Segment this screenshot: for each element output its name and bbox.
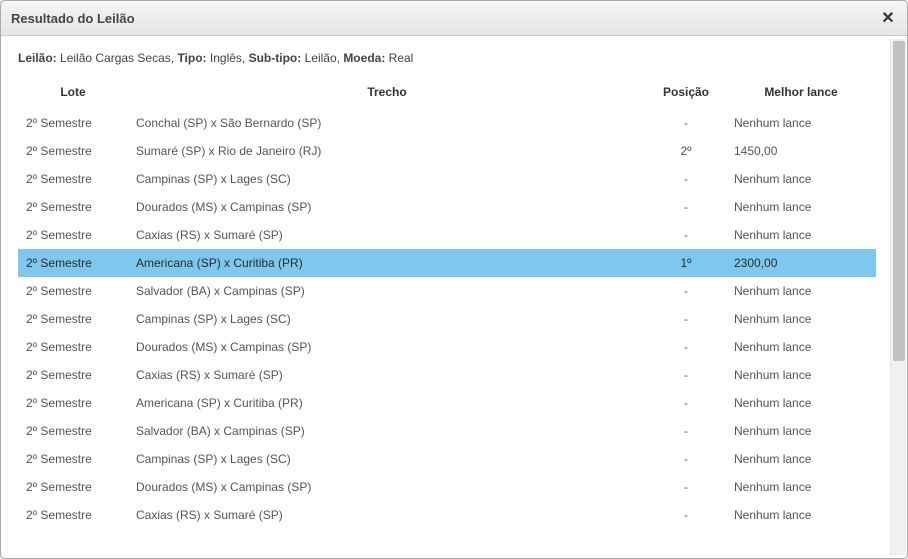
cell-trecho: Dourados (MS) x Campinas (SP) xyxy=(128,333,646,361)
col-lote: Lote xyxy=(18,79,128,109)
cell-melhor-lance: Nenhum lance xyxy=(726,109,876,137)
auction-result-dialog: Resultado do Leilão ✕ Leilão: Leilão Car… xyxy=(0,0,908,559)
table-row[interactable]: 2º SemestreCaxias (RS) x Sumaré (SP)-Nen… xyxy=(18,361,876,389)
value-tipo: Inglês, xyxy=(210,51,245,65)
table-header-row: Lote Trecho Posição Melhor lance xyxy=(18,79,876,109)
auction-info-line: Leilão: Leilão Cargas Secas, Tipo: Inglê… xyxy=(18,51,876,65)
cell-trecho: Sumaré (SP) x Rio de Janeiro (RJ) xyxy=(128,137,646,165)
cell-trecho: Campinas (SP) x Lages (SC) xyxy=(128,165,646,193)
col-trecho: Trecho xyxy=(128,79,646,109)
cell-trecho: Campinas (SP) x Lages (SC) xyxy=(128,305,646,333)
cell-posicao: - xyxy=(646,305,726,333)
cell-posicao: - xyxy=(646,417,726,445)
dialog-title: Resultado do Leilão xyxy=(11,11,135,26)
cell-lote: 2º Semestre xyxy=(18,445,128,473)
cell-melhor-lance: Nenhum lance xyxy=(726,501,876,529)
dialog-content: Leilão: Leilão Cargas Secas, Tipo: Inglê… xyxy=(4,39,890,555)
table-row[interactable]: 2º SemestreCampinas (SP) x Lages (SC)-Ne… xyxy=(18,445,876,473)
cell-melhor-lance: Nenhum lance xyxy=(726,277,876,305)
dialog-titlebar[interactable]: Resultado do Leilão ✕ xyxy=(1,1,907,36)
result-table: Lote Trecho Posição Melhor lance 2º Seme… xyxy=(18,79,876,529)
cell-melhor-lance: Nenhum lance xyxy=(726,445,876,473)
table-row[interactable]: 2º SemestreCampinas (SP) x Lages (SC)-Ne… xyxy=(18,165,876,193)
cell-lote: 2º Semestre xyxy=(18,361,128,389)
cell-trecho: Caxias (RS) x Sumaré (SP) xyxy=(128,221,646,249)
cell-posicao: - xyxy=(646,165,726,193)
cell-posicao: - xyxy=(646,109,726,137)
value-leilao: Leilão Cargas Secas, xyxy=(60,51,174,65)
table-row[interactable]: 2º SemestreAmericana (SP) x Curitiba (PR… xyxy=(18,249,876,277)
cell-melhor-lance: 1450,00 xyxy=(726,137,876,165)
cell-posicao: - xyxy=(646,277,726,305)
cell-lote: 2º Semestre xyxy=(18,137,128,165)
table-row[interactable]: 2º SemestreCaxias (RS) x Sumaré (SP)-Nen… xyxy=(18,501,876,529)
cell-melhor-lance: Nenhum lance xyxy=(726,221,876,249)
cell-trecho: Caxias (RS) x Sumaré (SP) xyxy=(128,361,646,389)
col-posicao: Posição xyxy=(646,79,726,109)
close-icon[interactable]: ✕ xyxy=(879,9,897,27)
cell-trecho: Dourados (MS) x Campinas (SP) xyxy=(128,473,646,501)
cell-lote: 2º Semestre xyxy=(18,277,128,305)
table-row[interactable]: 2º SemestreConchal (SP) x São Bernardo (… xyxy=(18,109,876,137)
cell-trecho: Salvador (BA) x Campinas (SP) xyxy=(128,417,646,445)
label-subtipo: Sub-tipo: xyxy=(249,51,302,65)
cell-posicao: - xyxy=(646,221,726,249)
cell-lote: 2º Semestre xyxy=(18,221,128,249)
cell-trecho: Campinas (SP) x Lages (SC) xyxy=(128,445,646,473)
cell-posicao: - xyxy=(646,389,726,417)
cell-lote: 2º Semestre xyxy=(18,249,128,277)
cell-lote: 2º Semestre xyxy=(18,389,128,417)
cell-trecho: Conchal (SP) x São Bernardo (SP) xyxy=(128,109,646,137)
cell-lote: 2º Semestre xyxy=(18,165,128,193)
cell-melhor-lance: Nenhum lance xyxy=(726,417,876,445)
cell-trecho: Salvador (BA) x Campinas (SP) xyxy=(128,277,646,305)
cell-trecho: Caxias (RS) x Sumaré (SP) xyxy=(128,501,646,529)
cell-posicao: 2º xyxy=(646,137,726,165)
cell-posicao: - xyxy=(646,501,726,529)
table-row[interactable]: 2º SemestreAmericana (SP) x Curitiba (PR… xyxy=(18,389,876,417)
table-row[interactable]: 2º SemestreDourados (MS) x Campinas (SP)… xyxy=(18,333,876,361)
label-leilao: Leilão: xyxy=(18,51,57,65)
cell-posicao: - xyxy=(646,193,726,221)
cell-melhor-lance: Nenhum lance xyxy=(726,333,876,361)
table-row[interactable]: 2º SemestreDourados (MS) x Campinas (SP)… xyxy=(18,193,876,221)
label-tipo: Tipo: xyxy=(177,51,206,65)
label-moeda: Moeda: xyxy=(343,51,385,65)
cell-lote: 2º Semestre xyxy=(18,417,128,445)
scrollbar-thumb[interactable] xyxy=(893,41,905,361)
cell-posicao: - xyxy=(646,333,726,361)
cell-lote: 2º Semestre xyxy=(18,501,128,529)
cell-posicao: - xyxy=(646,473,726,501)
cell-melhor-lance: Nenhum lance xyxy=(726,361,876,389)
cell-lote: 2º Semestre xyxy=(18,333,128,361)
cell-melhor-lance: 2300,00 xyxy=(726,249,876,277)
cell-melhor-lance: Nenhum lance xyxy=(726,389,876,417)
table-row[interactable]: 2º SemestreCaxias (RS) x Sumaré (SP)-Nen… xyxy=(18,221,876,249)
col-melhor-lance: Melhor lance xyxy=(726,79,876,109)
value-moeda: Real xyxy=(389,51,414,65)
cell-trecho: Dourados (MS) x Campinas (SP) xyxy=(128,193,646,221)
cell-posicao: - xyxy=(646,445,726,473)
cell-posicao: 1º xyxy=(646,249,726,277)
cell-melhor-lance: Nenhum lance xyxy=(726,193,876,221)
cell-trecho: Americana (SP) x Curitiba (PR) xyxy=(128,389,646,417)
vertical-scrollbar[interactable] xyxy=(890,39,906,555)
table-row[interactable]: 2º SemestreDourados (MS) x Campinas (SP)… xyxy=(18,473,876,501)
cell-trecho: Americana (SP) x Curitiba (PR) xyxy=(128,249,646,277)
table-row[interactable]: 2º SemestreSumaré (SP) x Rio de Janeiro … xyxy=(18,137,876,165)
cell-melhor-lance: Nenhum lance xyxy=(726,165,876,193)
cell-lote: 2º Semestre xyxy=(18,305,128,333)
cell-lote: 2º Semestre xyxy=(18,109,128,137)
cell-lote: 2º Semestre xyxy=(18,473,128,501)
table-row[interactable]: 2º SemestreCampinas (SP) x Lages (SC)-Ne… xyxy=(18,305,876,333)
cell-posicao: - xyxy=(646,361,726,389)
table-row[interactable]: 2º SemestreSalvador (BA) x Campinas (SP)… xyxy=(18,417,876,445)
cell-lote: 2º Semestre xyxy=(18,193,128,221)
dialog-body: Leilão: Leilão Cargas Secas, Tipo: Inglê… xyxy=(1,36,907,558)
table-row[interactable]: 2º SemestreSalvador (BA) x Campinas (SP)… xyxy=(18,277,876,305)
cell-melhor-lance: Nenhum lance xyxy=(726,305,876,333)
cell-melhor-lance: Nenhum lance xyxy=(726,473,876,501)
value-subtipo: Leilão, xyxy=(305,51,340,65)
